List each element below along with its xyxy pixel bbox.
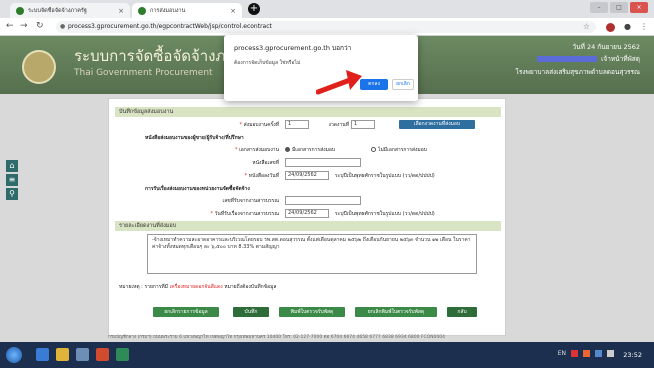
- close-window-icon[interactable]: ×: [630, 2, 648, 13]
- system-tray: EN: [558, 350, 614, 357]
- banner-date: วันที่ 24 กันยายน 2562: [572, 43, 640, 51]
- close-tab-icon[interactable]: ×: [118, 7, 124, 15]
- user-role: เจ้าหน้าที่พัสดุ: [601, 55, 640, 63]
- browser-tabbar: ระบบจัดซื้อจัดจ้างภาครัฐ × การส่งมอบงาน …: [0, 0, 654, 18]
- receive-date-input[interactable]: 24/09/2562: [285, 209, 329, 218]
- site-favicon-icon: [16, 6, 24, 15]
- receive-heading: การรับเรื่องส่งมอบงานของหน่วยงานจัดซื้อจ…: [145, 186, 250, 192]
- site-favicon-icon: [138, 6, 146, 15]
- tab-label: การส่งมอบงาน: [150, 7, 186, 14]
- receive-no-label: เลขที่รับจากงานสารบรรณ: [222, 198, 279, 204]
- tray-icon[interactable]: [583, 350, 590, 357]
- letter-no-input[interactable]: [285, 158, 361, 167]
- print-inspection-button[interactable]: พิมพ์ใบตรวจรับพัสดุ: [279, 307, 345, 317]
- radio-selected-icon: [285, 147, 290, 152]
- detail-header: รายละเอียดงานที่ส่งมอบ: [115, 221, 501, 231]
- letter-no-label: หนังสือเลขที่: [252, 160, 279, 166]
- page-footer: กรมบัญชีกลาง (กรมฯ) ถนนพระราม 6 แขวงพญาไ…: [108, 335, 445, 340]
- search-icon[interactable]: ⚲: [6, 188, 18, 200]
- save-button[interactable]: บันทึก: [233, 307, 269, 317]
- maximize-icon[interactable]: □: [610, 2, 628, 13]
- form-header: บันทึกข้อมูลส่งมอบงาน: [115, 107, 501, 117]
- lock-icon: ●: [60, 23, 66, 30]
- delivery-no-input[interactable]: 1: [285, 120, 309, 129]
- letter-date-label: * หนังสือลงวันที่: [244, 173, 279, 179]
- radio-has-doc[interactable]: มีเอกสารการส่งมอบ: [285, 146, 335, 154]
- new-tab-button[interactable]: +: [248, 3, 260, 15]
- home-icon[interactable]: ⌂: [6, 160, 18, 172]
- menu-icon[interactable]: ⋮: [640, 22, 648, 31]
- tab-delivery[interactable]: การส่งมอบงาน ×: [132, 3, 242, 18]
- reload-icon[interactable]: ↻: [36, 21, 44, 31]
- tab-procurement[interactable]: ระบบจัดซื้อจัดจ้างภาครัฐ ×: [10, 3, 130, 18]
- tab-label: ระบบจัดซื้อจัดจ้างภาครัฐ: [28, 7, 87, 14]
- windows-taskbar: EN 23:52: [0, 342, 654, 368]
- delivery-no-label: * ส่งมอบงานครั้งที่: [239, 122, 280, 128]
- red-arrow-icon: [316, 70, 362, 95]
- site-subtitle: Thai Government Procurement: [74, 68, 213, 78]
- letter-date-input[interactable]: 24/09/2562: [285, 171, 329, 180]
- detail-textarea[interactable]: -จ้างเหมาทำความสะอาดอาคารและบริเวณโดยรอบ…: [147, 234, 477, 274]
- radio-no-doc[interactable]: ไม่มีเอกสารการส่งมอบ: [371, 146, 427, 154]
- close-tab-icon[interactable]: ×: [230, 7, 236, 15]
- banner-org: โรงพยาบาลส่งเสริมสุขภาพตำบลดอนสุวรรณ: [515, 68, 640, 76]
- receive-date-hint: ระบุปีเป็นพุทธศักราชในรูปแบบ (วว/ดด/ปปปป…: [335, 211, 435, 217]
- side-menu: ⌂ ≡ ⚲: [6, 160, 18, 200]
- minimize-icon[interactable]: –: [590, 2, 608, 13]
- window-controls: – □ ×: [590, 2, 648, 13]
- receive-date-label: * วันที่รับเรื่องจากงานสารบรรณ: [210, 211, 279, 217]
- network-icon[interactable]: [595, 350, 602, 357]
- dialog-message: ต้องการจัดเก็บข้อมูล ใช่หรือไม่: [234, 60, 301, 66]
- tray-icon[interactable]: [571, 350, 578, 357]
- installment-input[interactable]: 1: [351, 120, 375, 129]
- government-emblem-icon: [22, 50, 56, 84]
- required-note: หมายเหตุ : รายการที่มี เครื่องหมายดอกจัน…: [119, 284, 277, 290]
- dialog-cancel-button[interactable]: ยกเลิก: [392, 79, 414, 90]
- installment-label: งวดงานที่: [328, 122, 349, 128]
- profile-icon[interactable]: ●: [624, 22, 631, 31]
- redacted-name: [537, 56, 598, 62]
- start-button-icon[interactable]: [6, 347, 22, 363]
- chrome-icon[interactable]: [116, 348, 129, 361]
- letter-date-hint: ระบุปีเป็นพุทธศักราชในรูปแบบ (วว/ดด/ปปปป…: [335, 173, 435, 179]
- banner-user: เจ้าหน้าที่พัสดุ: [537, 54, 640, 64]
- forward-icon[interactable]: →: [20, 21, 28, 31]
- extension-icon[interactable]: [606, 23, 615, 32]
- dialog-ok-button[interactable]: ตกลง: [360, 79, 388, 90]
- app-icon[interactable]: [76, 348, 89, 361]
- radio-empty-icon: [371, 147, 376, 152]
- list-icon[interactable]: ≡: [6, 174, 18, 186]
- doc-type-label: * เอกสารส่งมอบงาน: [234, 147, 279, 153]
- volume-icon[interactable]: [607, 350, 614, 357]
- folder-icon[interactable]: [56, 348, 69, 361]
- ie-icon[interactable]: [36, 348, 49, 361]
- url-text: process3.gprocurement.go.th/egpcontractW…: [68, 23, 272, 30]
- cancel-print-button[interactable]: ยกเลิกพิมพ์ใบตรวจรับพัสดุ: [355, 307, 437, 317]
- url-field[interactable]: ● process3.gprocurement.go.th/egpcontrac…: [56, 21, 596, 33]
- app-icon[interactable]: [96, 348, 109, 361]
- clock[interactable]: 23:52: [623, 351, 642, 359]
- bookmark-star-icon[interactable]: ☆: [583, 21, 590, 33]
- cancel-delivery-button[interactable]: ยกเลิกรายการข้อมูล: [153, 307, 219, 317]
- address-bar: ← → ↻ ● process3.gprocurement.go.th/egpc…: [0, 18, 654, 36]
- language-indicator[interactable]: EN: [558, 350, 566, 357]
- back-icon[interactable]: ←: [6, 21, 14, 31]
- dialog-origin: process3.gprocurement.go.th บอกว่า: [234, 44, 352, 52]
- delivery-form: บันทึกข้อมูลส่งมอบงาน * ส่งมอบงานครั้งที…: [108, 98, 506, 336]
- notice-heading: หนังสือส่งมอบงานของผู้ขาย/ผู้รับจ้าง/ที่…: [145, 135, 244, 141]
- select-installment-button[interactable]: เลือกงวดงานที่ส่งมอบ: [399, 120, 475, 129]
- receive-no-input[interactable]: [285, 196, 361, 205]
- back-button[interactable]: กลับ: [447, 307, 477, 317]
